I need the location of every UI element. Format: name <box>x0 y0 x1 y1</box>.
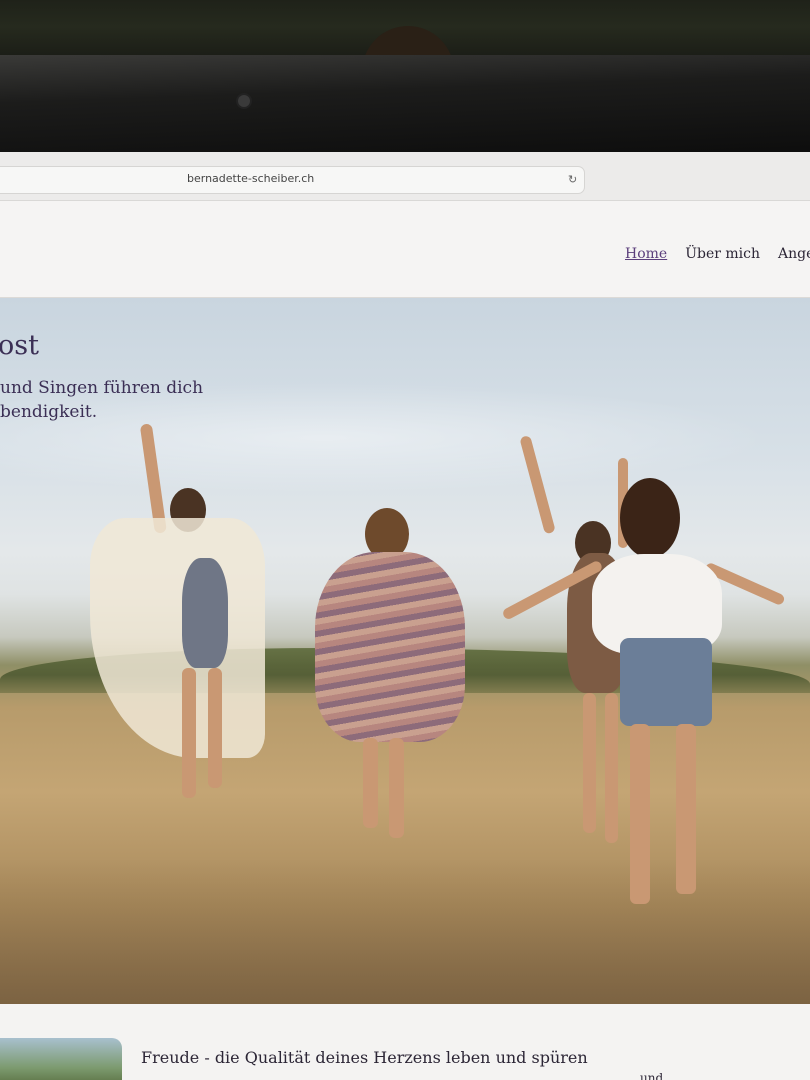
hero-subtitle-line: bendigkeit. <box>0 402 98 422</box>
hero-image: ost und Singen führen dich bendigkeit. <box>0 298 810 1004</box>
nav-offers[interactable]: Ange <box>778 246 810 262</box>
browser-screen: bernadette-scheiber.ch ↻ Home Über mich … <box>0 152 810 1080</box>
nav-home[interactable]: Home <box>625 246 667 262</box>
address-bar[interactable]: bernadette-scheiber.ch ↻ <box>0 166 585 194</box>
url-text: bernadette-scheiber.ch <box>187 172 315 185</box>
dancer-figure <box>500 458 790 918</box>
content-section: Freude - die Qualität deines Herzens leb… <box>0 1004 810 1080</box>
main-nav: Home Über mich Ange <box>625 246 810 262</box>
dancer-figure <box>90 418 270 798</box>
camera-icon <box>238 95 250 107</box>
hero-subtitle-line: und Singen führen dich <box>0 378 204 398</box>
section-thumbnail <box>0 1038 122 1080</box>
browser-toolbar: bernadette-scheiber.ch ↻ <box>0 152 810 201</box>
site-header: Home Über mich Ange <box>0 201 810 298</box>
bezel-glare <box>0 55 810 165</box>
hero-title: ost <box>0 330 39 361</box>
section-text-fragment: und <box>640 1071 664 1080</box>
nav-about[interactable]: Über mich <box>685 246 760 262</box>
section-title: Freude - die Qualität deines Herzens leb… <box>141 1048 588 1067</box>
dancer-figure <box>285 508 485 838</box>
hero-subtitle: und Singen führen dich bendigkeit. <box>0 376 280 424</box>
reload-icon[interactable]: ↻ <box>568 173 582 187</box>
